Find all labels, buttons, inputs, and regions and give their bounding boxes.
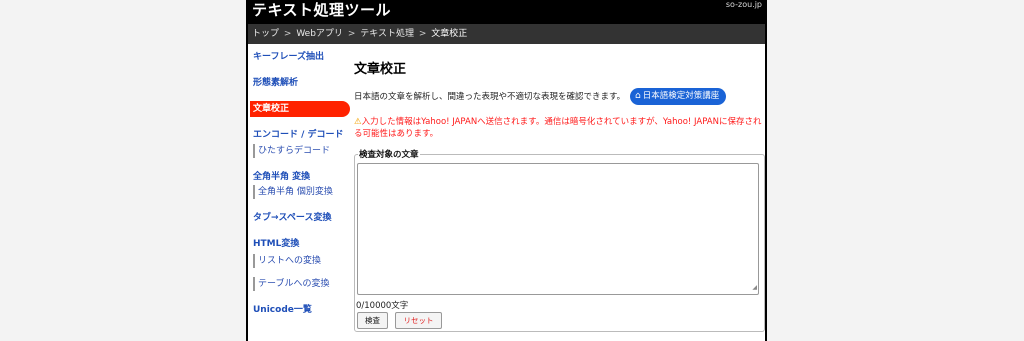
input-fieldset: 検査対象の文章 ◢ 0/10000文字 検査 リセット <box>354 149 765 332</box>
tag-icon: ⌂ <box>635 91 641 101</box>
check-button[interactable]: 検査 <box>357 312 388 329</box>
warning-text: 入力した情報はYahoo! JAPANへ送信されます。通信は暗号化されていますが… <box>354 117 762 139</box>
sidebar-item-keyphrase[interactable]: キーフレーズ抽出 <box>250 49 350 65</box>
privacy-warning: ⚠入力した情報はYahoo! JAPANへ送信されます。通信は暗号化されています… <box>354 116 764 140</box>
reset-button[interactable]: リセット <box>395 312 442 329</box>
sidebar-item-proofreading[interactable]: 文章校正 <box>250 101 350 117</box>
breadcrumb-separator: > <box>283 29 292 39</box>
breadcrumb-separator: > <box>347 29 356 39</box>
warning-icon: ⚠ <box>354 117 362 127</box>
sidebar-item-to-table[interactable]: テーブルへの変換 <box>253 277 350 291</box>
sidebar-item-decode[interactable]: ひたすらデコード <box>253 144 350 158</box>
breadcrumb: トップ > Webアプリ > テキスト処理 > 文章校正 <box>248 24 765 44</box>
sidebar-item-morphological[interactable]: 形態素解析 <box>250 75 350 91</box>
breadcrumb-text-processing[interactable]: テキスト処理 <box>360 29 414 39</box>
sidebar-nav: キーフレーズ抽出 形態素解析 文章校正 エンコード / デコード ひたすらデコー… <box>250 48 350 318</box>
text-input[interactable] <box>357 163 759 295</box>
kentei-course-button[interactable]: ⌂ 日本語検定対策講座 <box>630 88 727 105</box>
resize-handle-icon[interactable]: ◢ <box>752 284 757 291</box>
sidebar-item-zenkaku-individual[interactable]: 全角半角 個別変換 <box>253 185 350 199</box>
sidebar-item-zenkaku-hankaku[interactable]: 全角半角 変換 <box>250 169 350 185</box>
fieldset-legend: 検査対象の文章 <box>358 149 420 161</box>
kentei-course-label: 日本語検定対策講座 <box>642 91 720 101</box>
sidebar-item-encode-decode[interactable]: エンコード / デコード <box>250 127 350 143</box>
breadcrumb-webapps[interactable]: Webアプリ <box>296 29 343 39</box>
site-domain[interactable]: so-zou.jp <box>726 0 762 9</box>
breadcrumb-separator: > <box>418 29 427 39</box>
sidebar-item-tab-to-space[interactable]: タブ→スペース変換 <box>250 210 350 226</box>
site-title[interactable]: テキスト処理ツール <box>252 0 391 21</box>
breadcrumb-home[interactable]: トップ <box>252 29 279 39</box>
sidebar-item-html[interactable]: HTML変換 <box>250 236 350 252</box>
breadcrumb-current: 文章校正 <box>431 29 468 39</box>
sidebar-item-unicode[interactable]: Unicode一覧 <box>250 302 350 318</box>
description: 日本語の文章を解析し、間違った表現や不適切な表現を確認できます。 <box>354 92 626 102</box>
sidebar-item-to-list[interactable]: リストへの変換 <box>253 254 350 268</box>
site-header: テキスト処理ツール so-zou.jp <box>248 0 765 24</box>
page-title: 文章校正 <box>354 62 407 77</box>
char-counter: 0/10000文字 <box>356 301 409 311</box>
page: テキスト処理ツール so-zou.jp トップ > Webアプリ > テキスト処… <box>246 0 767 341</box>
